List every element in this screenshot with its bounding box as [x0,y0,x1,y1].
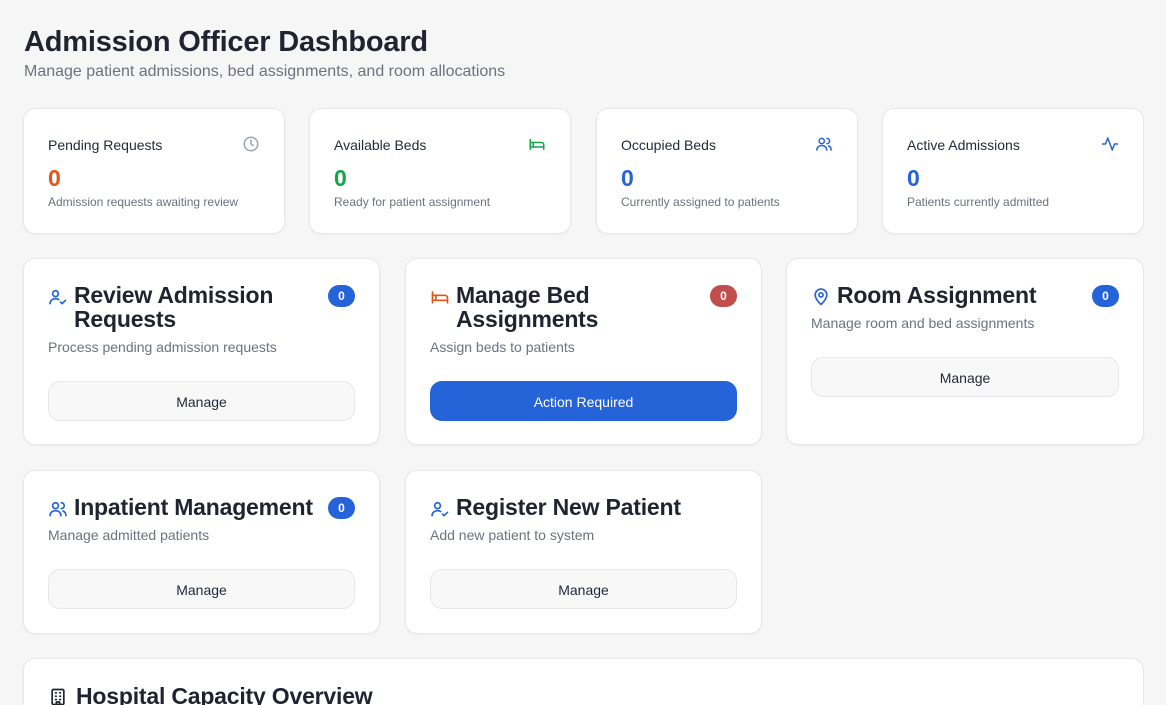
action-required-button[interactable]: Action Required [430,381,737,421]
stat-card-active-admissions: Active Admissions 0 Patients currently a… [882,108,1144,234]
stat-value: 0 [907,165,920,191]
building-icon [51,688,65,705]
stat-value: 0 [621,165,634,191]
card-title: Inpatient Management [74,494,313,520]
count-badge: 0 [328,497,355,519]
stat-description: Currently assigned to patients [621,195,780,209]
users-icon [49,501,67,517]
card-title: Register New Patient [456,494,681,520]
activity-icon [1101,137,1119,151]
page-title: Admission Officer Dashboard [24,26,428,58]
card-description: Process pending admission requests [48,339,277,355]
count-badge: 0 [1092,285,1119,307]
manage-button[interactable]: Manage [48,569,355,609]
bed-icon [431,291,449,304]
user-check-icon [431,501,449,517]
stat-card-occupied-beds: Occupied Beds 0 Currently assigned to pa… [596,108,858,234]
card-title: Manage Bed Assignments [456,282,599,332]
section-title: Hospital Capacity Overview [76,683,373,705]
stat-label: Available Beds [334,137,427,153]
users-icon [816,137,832,151]
stat-description: Admission requests awaiting review [48,195,239,209]
count-badge: 0 [328,285,355,307]
card-description: Add new patient to system [430,527,595,543]
card-register-new-patient: Register New Patient Add new patient to … [405,470,762,634]
stat-description: Ready for patient assignment [334,195,491,209]
stat-label: Active Admissions [907,137,1020,153]
bed-icon [529,138,545,150]
stat-value: 0 [334,165,347,191]
map-pin-icon [814,288,828,306]
page-header: Admission Officer Dashboard Manage patie… [24,24,505,82]
card-inpatient-management: Inpatient Management 0 Manage admitted p… [23,470,380,634]
card-title: Review Admission Requests [74,282,274,332]
user-check-icon [49,289,67,305]
page-subtitle: Manage patient admissions, bed assignmen… [24,63,506,80]
dashboard-page: Admission Officer Dashboard Manage patie… [0,0,1166,705]
stat-label: Occupied Beds [621,137,716,153]
manage-button[interactable]: Manage [48,381,355,421]
card-room-assignment: Room Assignment 0 Manage room and bed as… [786,258,1144,445]
card-title: Room Assignment [837,282,1037,308]
card-description: Manage room and bed assignments [811,315,1035,331]
stat-value: 0 [48,165,61,191]
stat-description: Patients currently admitted [907,195,1050,209]
clock-icon [243,136,259,152]
card-description: Manage admitted patients [48,527,210,543]
manage-button[interactable]: Manage [430,569,737,609]
stat-card-pending-requests: Pending Requests 0 Admission requests aw… [23,108,285,234]
card-description: Assign beds to patients [430,339,575,355]
card-review-admission-requests: Review Admission Requests 0 Process pend… [23,258,380,445]
stat-card-available-beds: Available Beds 0 Ready for patient assig… [309,108,571,234]
card-manage-bed-assignments: Manage Bed Assignments 0 Assign beds to … [405,258,762,445]
manage-button[interactable]: Manage [811,357,1119,397]
count-badge: 0 [710,285,737,307]
stat-label: Pending Requests [48,137,163,153]
card-hospital-capacity-overview: Hospital Capacity Overview [23,658,1144,705]
